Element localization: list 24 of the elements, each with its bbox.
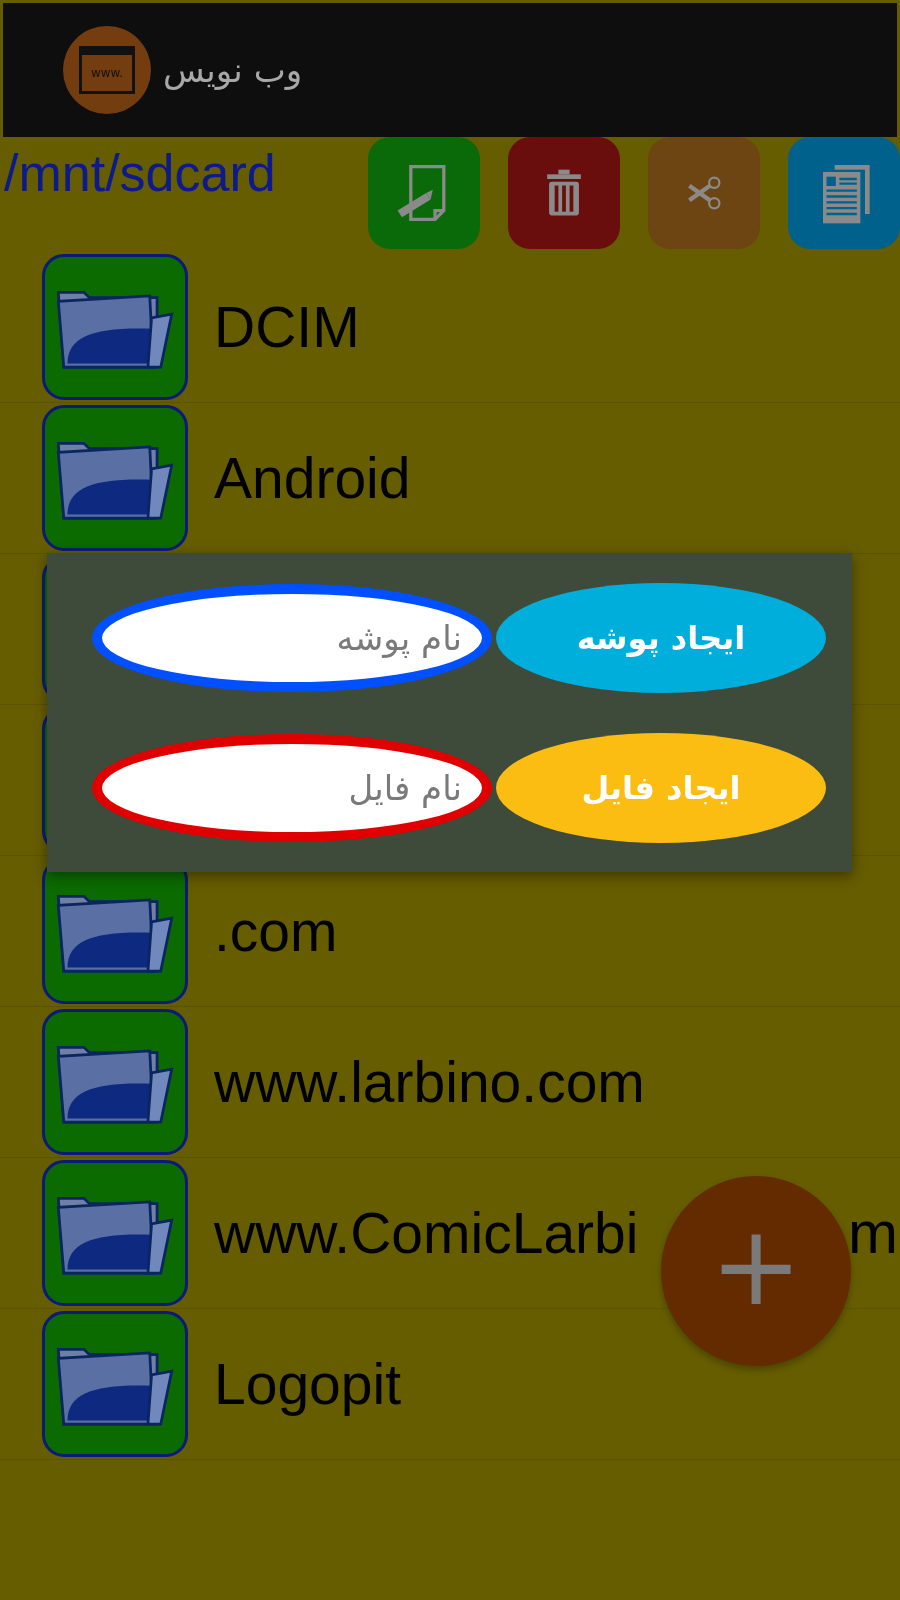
folder-name[interactable]: m	[848, 1203, 898, 1263]
path-label: /mnt/sdcard	[3, 143, 276, 203]
new-file-button[interactable]	[368, 137, 480, 249]
folder-name[interactable]: DCIM	[214, 294, 360, 360]
name-field[interactable]: نام فایل	[92, 733, 492, 842]
folder-name[interactable]: Logopit	[214, 1351, 401, 1417]
folder-icon	[42, 254, 188, 400]
folder-name[interactable]: www.larbino.com	[214, 1049, 645, 1115]
create-button[interactable]: ایجاد پوشه	[496, 582, 826, 693]
copy-button[interactable]	[788, 137, 900, 249]
folder-icon	[42, 1009, 188, 1155]
app-logo: www.	[63, 26, 151, 114]
name-field[interactable]: نام پوشه	[92, 583, 492, 692]
folder-name[interactable]: www.ComicLarbi	[214, 1200, 639, 1266]
add-button[interactable]: +	[661, 1176, 851, 1366]
folder-name[interactable]: .com	[214, 898, 338, 964]
folder-icon	[42, 1311, 188, 1457]
create-button[interactable]: ایجاد فایل	[496, 732, 826, 843]
folder-icon	[42, 405, 188, 551]
folder-icon	[42, 1160, 188, 1306]
delete-button[interactable]	[508, 137, 620, 249]
cut-button[interactable]	[648, 137, 760, 249]
app-title: وب نویس	[163, 50, 303, 90]
folder-name[interactable]: Android	[214, 445, 411, 511]
